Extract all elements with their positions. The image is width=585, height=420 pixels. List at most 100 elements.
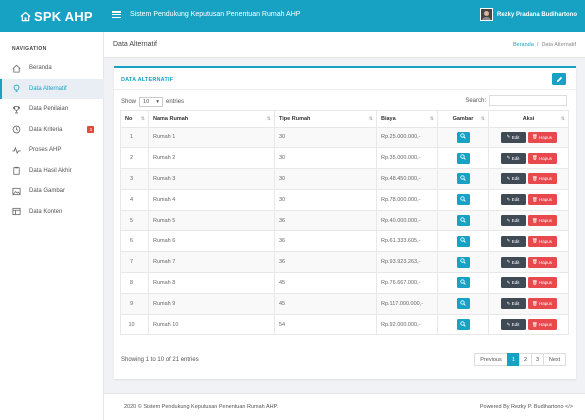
brand-name: SPK AHP: [34, 8, 93, 24]
add-alternatif-button[interactable]: [552, 73, 566, 85]
cell-no: 7: [120, 251, 149, 274]
cell-tipe: 30: [274, 147, 377, 170]
cell-gambar: [437, 168, 489, 190]
cell-biaya: Rp.40.000.000,-: [376, 209, 438, 232]
cell-tipe: 30: [274, 168, 377, 190]
delete-label: Hapus: [538, 176, 552, 182]
trash-icon: 🗑: [532, 155, 538, 161]
trash-icon: 🗑: [532, 175, 538, 181]
column-header-no[interactable]: No ⇅: [120, 110, 149, 128]
search-input[interactable]: [489, 95, 567, 106]
sidebar-item-data-kriteria[interactable]: Data Kriteria 3: [0, 120, 104, 141]
app-title: Sistem Pendukung Keputusan Penentuan Rum…: [130, 11, 301, 18]
entries-select[interactable]: 10 ▾: [139, 97, 164, 107]
edit-icon: ✎: [506, 134, 511, 140]
edit-button[interactable]: ✎ Edit: [500, 152, 526, 164]
cell-nama: Rumah 7: [148, 251, 275, 274]
view-image-button[interactable]: [456, 194, 470, 206]
edit-button[interactable]: ✎ Edit: [500, 298, 526, 310]
cell-aksi: ✎ Edit 🗑 Hapus: [488, 292, 569, 315]
search-icon: [460, 320, 466, 329]
delete-button[interactable]: 🗑 Hapus: [527, 131, 557, 143]
home-icon: [12, 64, 21, 73]
trash-icon: 🗑: [532, 259, 538, 265]
delete-button[interactable]: 🗑 Hapus: [527, 319, 557, 331]
edit-icon: ✎: [506, 217, 511, 223]
edit-button[interactable]: ✎ Edit: [500, 173, 526, 185]
edit-icon: ✎: [506, 279, 511, 285]
entries-label: entries: [166, 99, 185, 105]
trash-icon: 🗑: [532, 134, 538, 140]
edit-label: Edit: [511, 238, 520, 244]
view-image-button[interactable]: [456, 319, 470, 331]
delete-button[interactable]: 🗑 Hapus: [527, 152, 557, 164]
delete-label: Hapus: [538, 238, 552, 244]
alternatif-table: No ⇅ Nama Rumah ⇅ Tipe Rumah ⇅ Biaya ⇅ Gamba…: [120, 110, 569, 336]
cell-no: 5: [120, 209, 149, 232]
edit-button[interactable]: ✎ Edit: [500, 131, 526, 143]
pencil-icon: [556, 76, 562, 82]
sidebar-item-proses-ahp[interactable]: Proses AHP: [0, 140, 104, 161]
delete-button[interactable]: 🗑 Hapus: [527, 215, 557, 227]
sidebar-item-data-gambar[interactable]: Data Gambar: [0, 181, 104, 202]
search-icon: [460, 237, 466, 245]
delete-label: Hapus: [538, 197, 552, 203]
cell-no: 1: [120, 126, 149, 149]
column-header-biaya[interactable]: Biaya ⇅: [376, 110, 438, 128]
column-header-nama[interactable]: Nama Rumah ⇅: [148, 110, 275, 128]
edit-icon: ✎: [506, 300, 511, 306]
cell-no: 3: [120, 168, 149, 190]
brand-logo[interactable]: SPK AHP: [0, 0, 104, 32]
view-image-button[interactable]: [456, 235, 470, 247]
delete-button[interactable]: 🗑 Hapus: [527, 235, 557, 247]
footer-credit: Powered By Rezky P. Budihartono </>: [479, 404, 573, 410]
sidebar-item-label: Data Gambar: [29, 188, 66, 195]
cell-nama: Rumah 4: [148, 188, 275, 211]
column-header-tipe[interactable]: Tipe Rumah ⇅: [274, 110, 377, 128]
view-image-button[interactable]: [456, 256, 470, 268]
view-image-button[interactable]: [456, 277, 470, 289]
sidebar-item-data-penilaian[interactable]: Data Penilaian: [0, 99, 104, 120]
edit-button[interactable]: ✎ Edit: [500, 277, 526, 289]
sidebar-item-data-konten[interactable]: Data Konten: [0, 202, 104, 223]
edit-button[interactable]: ✎ Edit: [500, 256, 526, 268]
sidebar-item-data-alternatif[interactable]: Data Alternatif: [0, 78, 104, 99]
view-image-button[interactable]: [456, 215, 470, 227]
trash-icon: 🗑: [532, 279, 538, 285]
cell-tipe: 30: [274, 188, 377, 211]
sidebar-item-beranda[interactable]: Beranda: [0, 58, 104, 79]
edit-label: Edit: [511, 301, 520, 307]
breadcrumb-home[interactable]: Beranda: [513, 42, 534, 48]
user-menu[interactable]: Rezky Pradana Budihartono: [479, 8, 577, 21]
cell-aksi: ✎ Edit 🗑 Hapus: [488, 251, 569, 274]
delete-button[interactable]: 🗑 Hapus: [527, 173, 557, 185]
pagination-previous[interactable]: Previous: [474, 353, 508, 366]
cell-no: 8: [120, 272, 149, 294]
delete-button[interactable]: 🗑 Hapus: [527, 298, 557, 310]
delete-button[interactable]: 🗑 Hapus: [527, 256, 557, 268]
delete-label: Hapus: [538, 259, 552, 265]
cell-gambar: [437, 251, 489, 274]
delete-label: Hapus: [538, 218, 552, 224]
cell-aksi: ✎ Edit 🗑 Hapus: [488, 147, 569, 170]
sidebar-item-data-hasil-akhir[interactable]: Data Hasil Akhir: [0, 161, 104, 182]
cell-gambar: [437, 272, 489, 294]
menu-toggle-icon[interactable]: [112, 11, 121, 19]
cell-biaya: Rp.92.000.000,-: [376, 313, 438, 336]
delete-button[interactable]: 🗑 Hapus: [527, 277, 557, 289]
column-header-aksi[interactable]: Aksi ⇅: [488, 110, 569, 128]
pagination-next[interactable]: Next: [543, 353, 566, 366]
sidebar-item-label: Beranda: [29, 65, 52, 72]
cell-aksi: ✎ Edit 🗑 Hapus: [488, 313, 569, 336]
edit-button[interactable]: ✎ Edit: [500, 235, 526, 247]
edit-button[interactable]: ✎ Edit: [500, 319, 526, 331]
column-header-gambar[interactable]: Gambar ⇅: [437, 110, 489, 128]
view-image-button[interactable]: [456, 173, 470, 185]
search-icon: [460, 300, 466, 308]
edit-button[interactable]: ✎ Edit: [500, 194, 526, 206]
view-image-button[interactable]: [456, 298, 470, 310]
edit-button[interactable]: ✎ Edit: [500, 215, 526, 227]
view-image-button[interactable]: [456, 152, 470, 164]
view-image-button[interactable]: [456, 131, 470, 143]
delete-button[interactable]: 🗑 Hapus: [527, 194, 557, 206]
